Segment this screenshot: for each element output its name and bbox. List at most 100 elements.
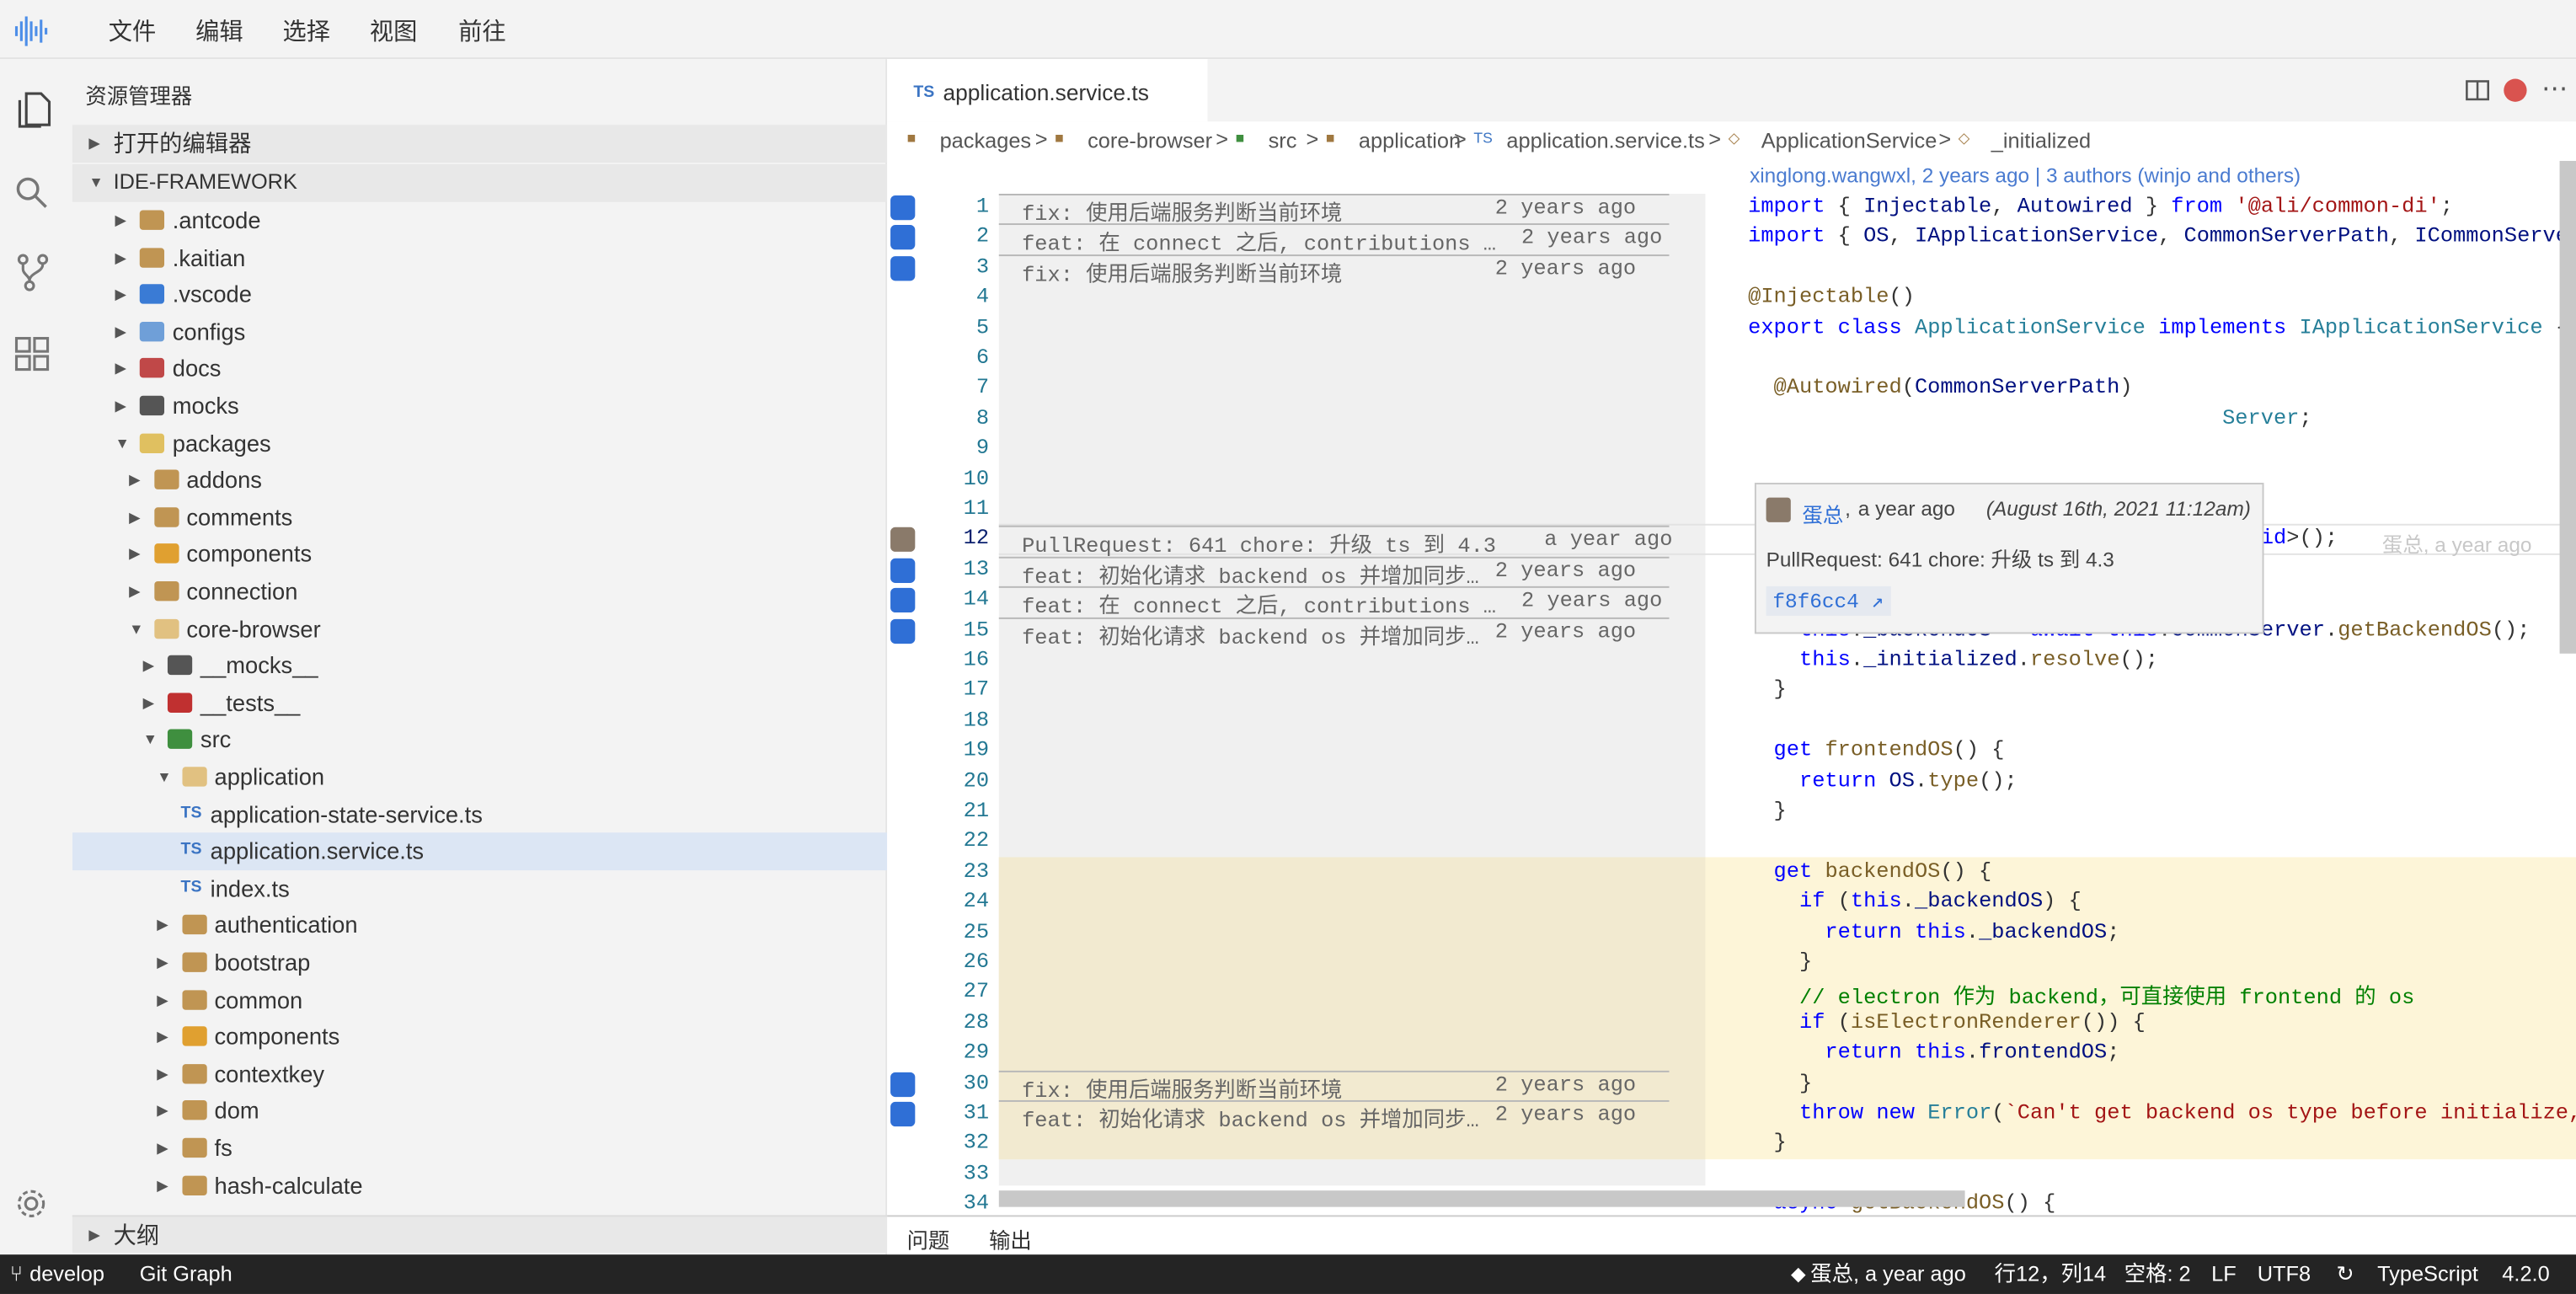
source-control-icon[interactable] [13,253,53,301]
author-avatar-icon[interactable] [890,195,916,221]
tree-item-label: __tests__ [200,689,301,716]
vertical-scrollbar[interactable] [2559,161,2576,654]
indentation[interactable]: 空格: 2 [2124,1254,2191,1294]
breadcrumb-item[interactable]: application [1359,128,1461,152]
file-item[interactable]: TS application-state-service.ts [72,796,887,833]
folder-item[interactable]: ▼ src [72,721,887,758]
chevron-down-icon: ▼ [142,731,158,748]
breadcrumb-separator: > [1306,126,1319,152]
folder-mocks-icon [167,655,193,676]
git-graph[interactable]: Git Graph [140,1254,232,1294]
folder-item[interactable]: ▶ components [72,1019,887,1056]
symbol-icon: ◇ [1958,129,1970,147]
author-avatar-icon[interactable] [890,558,916,583]
author-avatar-icon[interactable] [890,1072,916,1097]
folder-item[interactable]: ▼ core-browser [72,610,887,647]
cursor-position[interactable]: 行12，列14 [1995,1254,2106,1294]
breadcrumb-item[interactable]: core-browser [1088,128,1212,152]
folder-item[interactable]: ▶ fs [72,1130,887,1167]
file-tree: ▶ .antcode ▶ .kaitian ▶ .vscode ▶ configs ▶ docs ▶… [72,202,888,1216]
folder-item[interactable]: ▼ application [72,759,887,796]
breadcrumb-item[interactable]: src [1269,128,1297,152]
tab-output[interactable]: 输出 [989,1223,1032,1254]
chevron-right-icon: ▶ [88,134,100,152]
sidebar-title: 资源管理器 [85,83,193,109]
blame-status[interactable]: 蛋总, a year ago [1810,1254,1966,1294]
end-of-line[interactable]: LF [2211,1254,2237,1294]
encoding[interactable]: UTF8 [2258,1254,2311,1294]
outline-section[interactable]: ▶ 大纲 [72,1215,888,1253]
tree-item-label: configs [172,318,246,345]
breadcrumb-item[interactable]: ApplicationService [1761,128,1937,152]
folder-item[interactable]: ▶ connection [72,573,887,610]
folder-item[interactable]: ▶ bootstrap [72,944,887,981]
feedback-icon[interactable]: ↻ [2336,1254,2354,1294]
menu-go[interactable]: 前往 [458,13,506,48]
folder-icon: ■ [906,129,917,147]
blame-age: 2 years ago [1520,588,1663,613]
author-avatar-icon[interactable] [890,1101,916,1127]
explorer-sidebar: 资源管理器 ▶ 打开的编辑器 ▼ IDE-FRAMEWORK ▶ .antcode… [72,59,888,1255]
open-editors-section[interactable]: ▶ 打开的编辑器 [72,125,888,163]
folder-item[interactable]: ▶ docs [72,350,887,388]
code-text[interactable]: import { Injectable, Autowired } from '@… [1748,161,2576,1215]
language-mode[interactable]: TypeScript [2377,1254,2478,1294]
tree-item-label: __mocks__ [200,652,318,679]
hover-author[interactable]: 蛋总 [1802,498,1843,529]
extensions-icon[interactable] [13,335,53,383]
git-lens-icon[interactable] [2504,78,2527,102]
folder-item[interactable]: ▶ authentication [72,907,887,944]
menu-selection[interactable]: 选择 [282,13,330,48]
menu-bar: 文件 编辑 选择 视图 前往 [0,0,2576,60]
menu-file[interactable]: 文件 [109,13,157,48]
breadcrumb-item[interactable]: packages [940,128,1032,152]
folder-item[interactable]: ▶ mocks [72,388,887,425]
split-editor-icon[interactable] [2464,78,2490,112]
folder-item[interactable]: ▶ __tests__ [72,684,887,721]
author-avatar-icon[interactable] [890,588,916,613]
settings-gear-icon[interactable] [13,1185,50,1230]
breadcrumb-item[interactable]: _initialized [1991,128,2091,152]
folder-item[interactable]: ▶ comments [72,499,887,536]
chevron-right-icon: ▶ [115,397,127,414]
author-avatar-icon[interactable] [890,225,916,251]
file-item[interactable]: TS index.ts [72,870,887,907]
folder-item[interactable]: ▶ configs [72,313,887,350]
folder-item[interactable]: ▶ common [72,981,887,1019]
blame-age: 2 years ago [1494,618,1637,644]
branch-name[interactable]: develop [29,1254,104,1294]
folder-item[interactable]: ▶ addons [72,462,887,499]
folder-item[interactable]: ▶ hash-calculate [72,1167,887,1204]
tab-application-service[interactable]: TS application.service.ts [887,59,1208,122]
more-actions-icon[interactable]: ⋯ [2541,72,2568,105]
folder-item[interactable]: ▶ .vscode [72,276,887,313]
project-root-section[interactable]: ▼ IDE-FRAMEWORK [72,163,888,201]
horizontal-scrollbar[interactable] [998,1190,1965,1207]
blame-hover-card: 蛋总 , a year ago (August 16th, 2021 11:12… [1754,483,2264,634]
ts-version[interactable]: 4.2.0 [2502,1254,2549,1294]
menu-view[interactable]: 视图 [370,13,418,48]
folder-item[interactable]: ▼ packages [72,425,887,462]
editor-area: TS application.service.ts ⋯ ■ packages > ■ c… [887,59,2576,1215]
blame-status-icon: ⬥ [1790,1260,1806,1286]
hover-commit-link[interactable]: f8f6cc4 ↗ [1766,586,1890,616]
explorer-icon[interactable] [13,88,53,139]
activity-bar [0,59,72,1255]
author-avatar-icon[interactable] [890,527,916,553]
folder-item[interactable]: ▶ .antcode [72,202,887,239]
chevron-right-icon: ▶ [115,249,127,265]
tab-problems[interactable]: 问题 [907,1223,950,1254]
menu-edit[interactable]: 编辑 [195,13,243,48]
search-icon[interactable] [13,174,53,222]
folder-item[interactable]: ▶ contextkey [72,1056,887,1093]
folder-item[interactable]: ▶ __mocks__ [72,647,887,684]
file-item[interactable]: TS application.service.ts [72,832,888,870]
typescript-file-icon: TS [913,83,935,102]
author-avatar-icon[interactable] [890,618,916,644]
app-logo-icon [13,12,50,48]
breadcrumb-item[interactable]: application.service.ts [1506,128,1704,152]
author-avatar-icon[interactable] [890,255,916,281]
folder-item[interactable]: ▶ components [72,536,887,573]
folder-item[interactable]: ▶ dom [72,1093,887,1130]
folder-item[interactable]: ▶ .kaitian [72,239,887,276]
